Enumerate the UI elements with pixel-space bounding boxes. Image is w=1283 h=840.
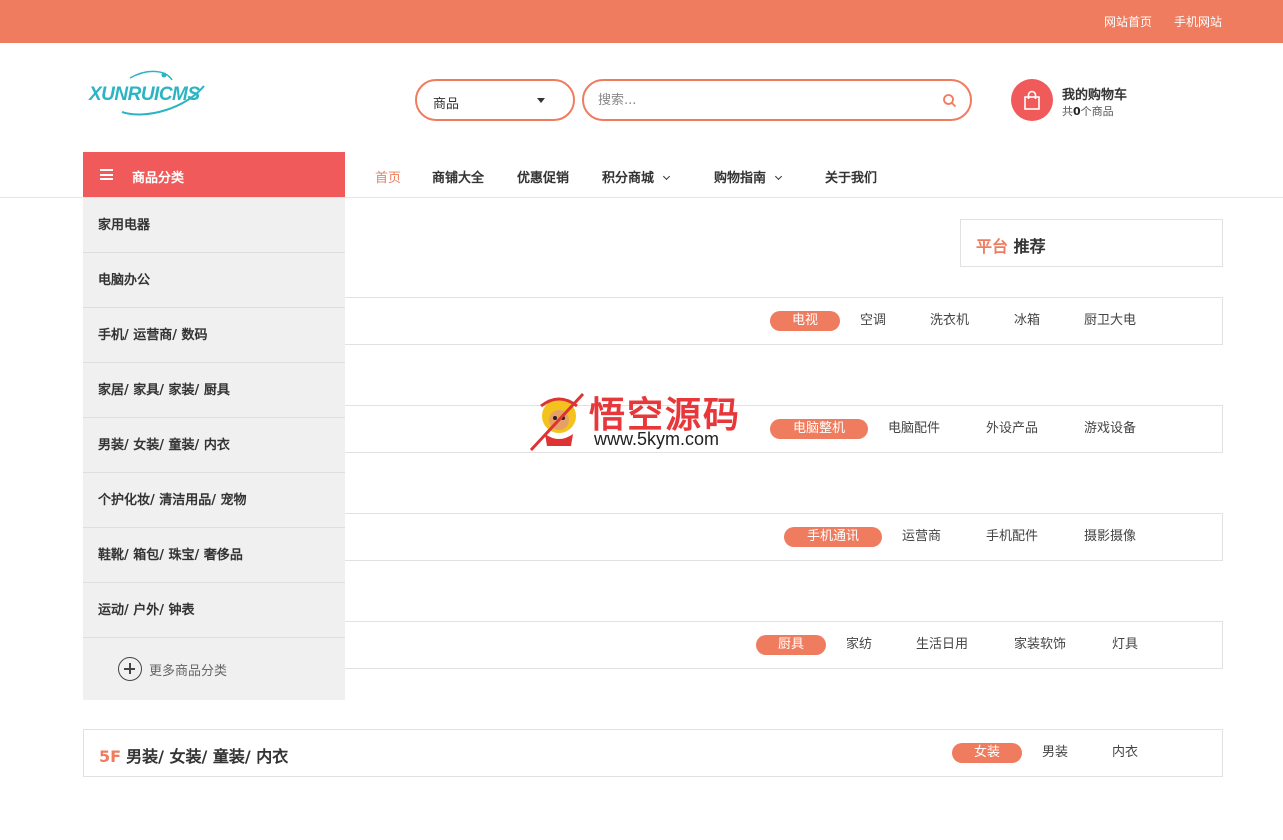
category-item[interactable]: 个护化妆/ 清洁用品/ 宠物 bbox=[83, 473, 345, 528]
floor-tab[interactable]: 空调 bbox=[860, 311, 886, 331]
watermark-url: www.5kym.com bbox=[594, 429, 720, 449]
category-item[interactable]: 手机/ 运营商/ 数码 bbox=[83, 308, 345, 363]
floor-tab[interactable]: 男装 bbox=[1042, 743, 1068, 763]
floor-tab[interactable]: 手机配件 bbox=[986, 527, 1038, 547]
category-item[interactable]: 运动/ 户外/ 钟表 bbox=[83, 583, 345, 638]
cart-count-text: 共0个商品 bbox=[1062, 105, 1114, 118]
monkey-king-logo-icon bbox=[529, 392, 585, 452]
search-category-select[interactable]: 商品 bbox=[415, 79, 575, 121]
floor-tab[interactable]: 电脑整机 bbox=[770, 419, 868, 439]
floor-tab[interactable]: 家装软饰 bbox=[1014, 635, 1066, 655]
floor-tab[interactable]: 电脑配件 bbox=[888, 419, 940, 439]
category-menu-header[interactable]: 商品分类 bbox=[83, 152, 345, 198]
search-icon[interactable] bbox=[940, 91, 960, 111]
cart-title[interactable]: 我的购物车 bbox=[1062, 84, 1127, 103]
floor-tab[interactable]: 生活日用 bbox=[916, 635, 968, 655]
category-item[interactable]: 家居/ 家具/ 家装/ 厨具 bbox=[83, 363, 345, 418]
chevron-down-icon bbox=[774, 172, 783, 181]
floor-tab[interactable]: 女装 bbox=[952, 743, 1022, 763]
category-item[interactable]: 鞋靴/ 箱包/ 珠宝/ 奢侈品 bbox=[83, 528, 345, 583]
search-input[interactable] bbox=[598, 90, 928, 110]
floor-tab[interactable]: 家纺 bbox=[846, 635, 872, 655]
recommend-title: 平台 推荐 bbox=[976, 237, 1046, 256]
logo-text: XUNRUICMS bbox=[89, 84, 200, 105]
site-home-link[interactable]: 网站首页 bbox=[1104, 13, 1152, 30]
shopping-bag-icon bbox=[1024, 90, 1040, 110]
floor-tab[interactable]: 游戏设备 bbox=[1084, 419, 1136, 439]
menu-icon bbox=[100, 169, 113, 180]
floor-tab[interactable]: 外设产品 bbox=[986, 419, 1038, 439]
search-category-value: 商品 bbox=[433, 97, 460, 112]
nav-item-about-us[interactable]: 关于我们 bbox=[825, 167, 877, 186]
category-item[interactable]: 电脑办公 bbox=[83, 253, 345, 308]
caret-down-icon bbox=[537, 98, 545, 103]
platform-recommend-box: 平台 推荐 bbox=[960, 219, 1223, 267]
nav-item-shops[interactable]: 商铺大全 bbox=[432, 167, 484, 186]
cart-button[interactable] bbox=[1011, 79, 1053, 121]
mobile-site-link[interactable]: 手机网站 bbox=[1174, 13, 1222, 30]
floor-tab[interactable]: 内衣 bbox=[1112, 743, 1138, 763]
category-menu: 家用电器 电脑办公 手机/ 运营商/ 数码 家居/ 家具/ 家装/ 厨具 男装/… bbox=[83, 198, 345, 700]
floor-tab[interactable]: 电视 bbox=[770, 311, 840, 331]
nav-item-home[interactable]: 首页 bbox=[375, 167, 401, 186]
cart-count-value: 0 bbox=[1073, 105, 1081, 118]
nav-item-points-mall[interactable]: 积分商城 bbox=[602, 167, 671, 186]
floor-tab[interactable]: 冰箱 bbox=[1014, 311, 1040, 331]
site-logo[interactable]: XUNRUICMS bbox=[86, 68, 212, 118]
plus-circle-icon bbox=[118, 657, 142, 681]
category-menu-label: 商品分类 bbox=[132, 171, 185, 186]
floor-tab[interactable]: 手机通讯 bbox=[784, 527, 882, 547]
floor-tab[interactable]: 厨卫大电 bbox=[1084, 311, 1136, 331]
top-bar: 网站首页 手机网站 bbox=[0, 0, 1283, 43]
search-box bbox=[582, 79, 972, 121]
chevron-down-icon bbox=[662, 172, 671, 181]
category-item[interactable]: 家用电器 bbox=[83, 198, 345, 253]
nav-item-shopping-guide[interactable]: 购物指南 bbox=[714, 167, 783, 186]
floor-title: 5F 男装/ 女装/ 童装/ 内衣 bbox=[99, 747, 289, 766]
floor-tab[interactable]: 灯具 bbox=[1112, 635, 1138, 655]
floor-tab[interactable]: 摄影摄像 bbox=[1084, 527, 1136, 547]
floor-5: 5F 男装/ 女装/ 童装/ 内衣 女装 男装 内衣 bbox=[83, 729, 1223, 777]
floor-number: 5F bbox=[99, 747, 122, 766]
nav-item-promotions[interactable]: 优惠促销 bbox=[517, 167, 569, 186]
floor-tab[interactable]: 运营商 bbox=[902, 527, 941, 547]
floor-tab[interactable]: 厨具 bbox=[756, 635, 826, 655]
category-item[interactable]: 男装/ 女装/ 童装/ 内衣 bbox=[83, 418, 345, 473]
watermark: 悟空源码 www.5kym.com bbox=[527, 384, 759, 456]
floor-tab[interactable]: 洗衣机 bbox=[930, 311, 969, 331]
